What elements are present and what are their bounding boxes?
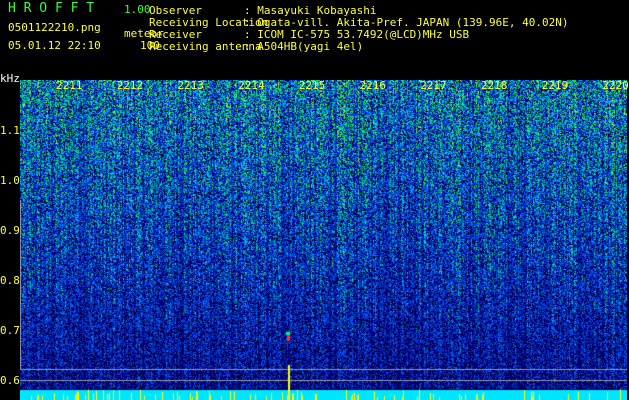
info-value: : A504HB(yagi 4el) <box>244 40 364 53</box>
y-tick-label: 0.7 <box>0 324 20 337</box>
app-version: 1.00 <box>124 3 151 16</box>
time-tick-label: 2212 <box>116 79 144 92</box>
time-tick-label: 2220 <box>602 79 629 92</box>
y-tick-label: 0.8 <box>0 274 20 287</box>
time-tick-label: 2219 <box>541 79 569 92</box>
time-tick-label: 2218 <box>480 79 508 92</box>
y-unit-label: kHz <box>0 72 20 85</box>
datetime: 05.01.12 22:10 <box>8 39 101 52</box>
app-title: H R O F F T <box>8 1 95 16</box>
time-tick-label: 2216 <box>359 79 387 92</box>
y-tick-label: 0.6 <box>0 374 20 387</box>
spectrogram <box>20 80 627 400</box>
y-tick-label: 0.9 <box>0 224 20 237</box>
time-tick-label: 2217 <box>420 79 447 92</box>
time-tick-label: 2211 <box>56 79 83 92</box>
y-tick-label: 1.1 <box>0 124 20 137</box>
time-tick-label: 2214 <box>238 79 265 92</box>
time-tick-label: 2213 <box>177 79 204 92</box>
y-tick-label: 1.0 <box>0 174 20 187</box>
filename: 0501122210.png <box>8 21 101 34</box>
time-tick-label: 2215 <box>298 79 326 92</box>
